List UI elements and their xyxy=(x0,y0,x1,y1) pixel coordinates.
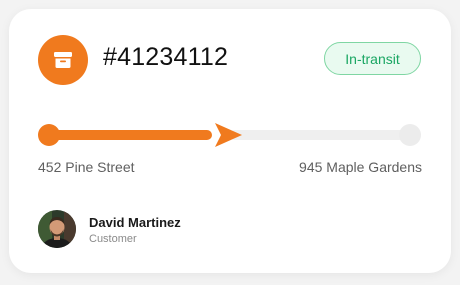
origin-dot xyxy=(38,124,60,146)
shipment-card: #41234112 In-transit 452 Pine Street 945… xyxy=(9,9,451,273)
destination-address: 945 Maple Gardens xyxy=(299,159,422,175)
customer-role: Customer xyxy=(89,233,137,245)
destination-dot xyxy=(399,124,421,146)
progress-arrow-icon xyxy=(215,123,242,147)
origin-address: 452 Pine Street xyxy=(38,159,135,175)
customer-name: David Martinez xyxy=(89,215,181,230)
avatar xyxy=(38,210,76,248)
